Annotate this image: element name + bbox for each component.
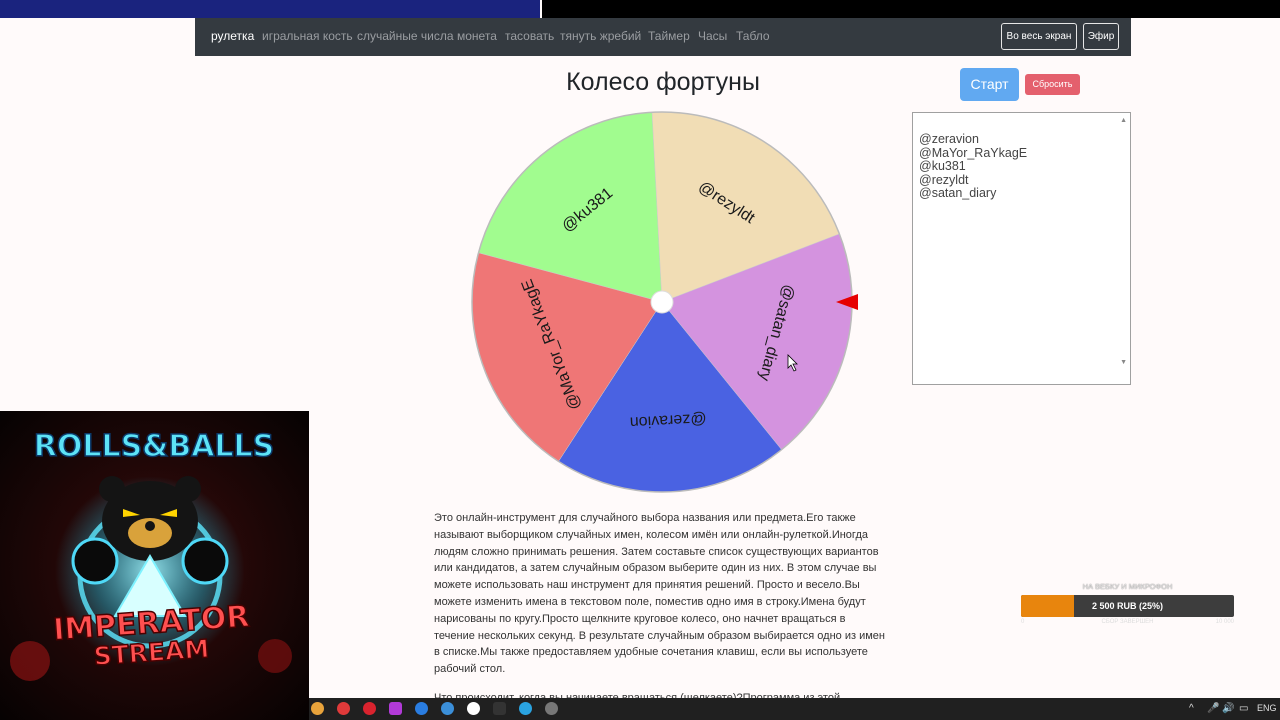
telegram-icon[interactable]	[519, 702, 532, 715]
nav-roulette[interactable]: рулетка	[211, 29, 254, 43]
donation-amount: 2 500 RUB (25%)	[1091, 601, 1164, 611]
yandex-icon[interactable]	[467, 702, 480, 715]
name-line: @satan_diary	[919, 186, 997, 201]
donation-goal-label: НА ВЕБКУ И МИКРОФОН	[1082, 582, 1173, 591]
start-button[interactable]: Старт	[960, 68, 1019, 101]
names-textarea[interactable]: @zeravion @MaYor_RaYkagE @ku381 @rezyldt @sa…	[912, 112, 1131, 385]
nav-random-numbers[interactable]: случайные числа	[357, 29, 454, 43]
volume-icon[interactable]: 🔊	[1222, 703, 1234, 714]
app-lightblue-icon[interactable]	[441, 702, 454, 715]
nav-clock[interactable]: Часы	[698, 29, 727, 43]
donation-goal-widget: НА ВЕБКУ И МИКРОФОН 2 500 RUB (25%) 0 СБ…	[1015, 582, 1240, 630]
name-line: @zeravion	[919, 132, 979, 146]
donation-status: СБОР ЗАВЕРШЕН	[1101, 619, 1154, 625]
nav-timer[interactable]: Таймер	[648, 29, 690, 43]
app-purple-icon[interactable]	[389, 702, 402, 715]
donation-progress-bar: 2 500 RUB (25%)	[1021, 595, 1234, 617]
language-indicator[interactable]: ENG	[1257, 703, 1277, 713]
page-title: Колесо фортуны	[566, 68, 760, 96]
nav-coin[interactable]: монета	[457, 29, 497, 43]
app-blue-icon[interactable]	[415, 702, 428, 715]
nav-shuffle[interactable]: тасовать	[505, 29, 554, 43]
scroll-down-icon[interactable]: ▼	[1120, 356, 1127, 370]
notion-icon[interactable]	[493, 702, 506, 715]
network-icon[interactable]: ▭	[1239, 703, 1248, 714]
opera-icon[interactable]	[363, 702, 376, 715]
obs-icon[interactable]	[545, 702, 558, 715]
chrome-icon[interactable]	[311, 702, 324, 715]
reset-button[interactable]: Сбросить	[1025, 74, 1080, 95]
microphone-icon[interactable]: 🎤	[1207, 703, 1219, 714]
name-line: @MaYor_RaYkagE	[919, 145, 1028, 160]
name-line: @ku381	[919, 159, 966, 174]
wheel-center-hub	[650, 290, 674, 314]
stream-logo-overlay: ROLLS&BALLS IMPERATOR STREAM	[0, 411, 309, 720]
navbar: рулетка игральная кость случайные числа …	[195, 18, 1131, 56]
scroll-up-icon[interactable]: ▲	[1120, 114, 1127, 128]
donation-max: 10 000	[1215, 619, 1234, 625]
logo-text-line1: ROLLS&BALLS	[34, 429, 275, 464]
nav-draw-lots[interactable]: тянуть жребий	[560, 29, 641, 43]
fortune-wheel[interactable]: @ku381 @rezyldt@satan_diary@zeravion@MaYo…	[463, 102, 863, 502]
taskbar: ^ 🎤 🔊 ▭ ENG	[309, 698, 1280, 720]
nav-scoreboard[interactable]: Табло	[736, 29, 770, 43]
broadcast-button[interactable]: Эфир	[1083, 23, 1119, 50]
browser-top-strip	[0, 0, 540, 18]
description-text: Это онлайн-инструмент для случайного выб…	[434, 512, 885, 676]
yandex-browser-icon[interactable]	[337, 702, 350, 715]
name-line: @rezyldt	[919, 172, 969, 187]
nav-dice[interactable]: игральная кость	[262, 29, 353, 43]
tray-chevron-icon[interactable]: ^	[1189, 703, 1194, 714]
screen-top-strip	[542, 0, 1280, 18]
fullscreen-button[interactable]: Во весь экран	[1001, 23, 1077, 50]
